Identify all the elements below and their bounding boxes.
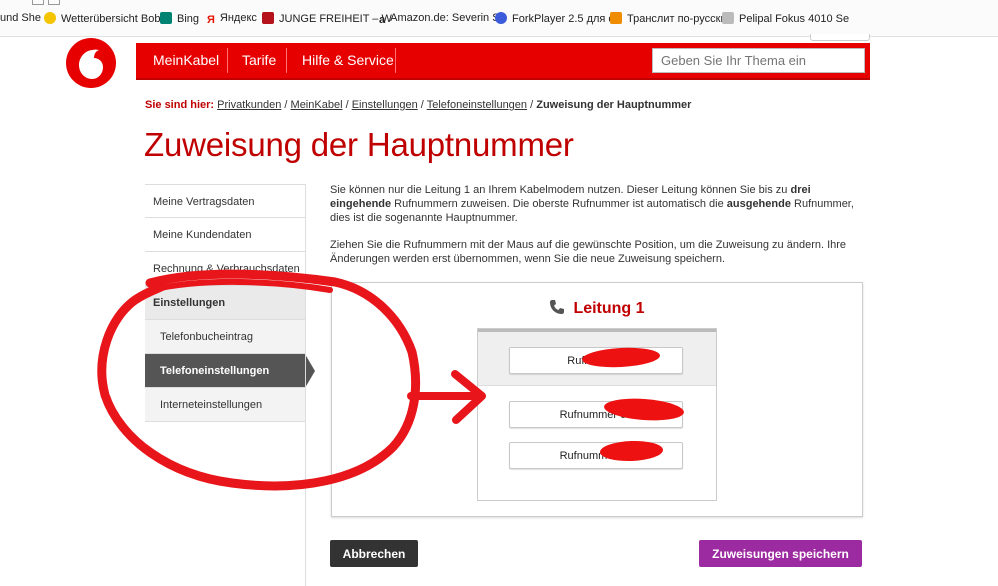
breadcrumb-link[interactable]: Telefoneinstellungen bbox=[427, 99, 527, 111]
vodafone-logo[interactable] bbox=[66, 38, 116, 88]
sidebar-item-telefoneinstellungen[interactable]: Telefoneinstellungen bbox=[145, 354, 315, 388]
cancel-button[interactable]: Abbrechen bbox=[330, 540, 418, 567]
forkplayer-icon bbox=[495, 12, 507, 24]
breadcrumb-current: Zuweisung der Hauptnummer bbox=[536, 99, 692, 111]
sidebar-divider bbox=[305, 184, 306, 586]
search-input[interactable] bbox=[652, 48, 865, 73]
tab-strip-edge bbox=[32, 0, 44, 5]
yandex-icon: Я bbox=[207, 14, 215, 26]
bookmark-item[interactable]: JUNGE FREIHEIT – W bbox=[262, 12, 392, 25]
breadcrumb-label: Sie sind hier: bbox=[145, 99, 215, 111]
sidebar-nav: Meine Vertragsdaten Meine Kundendaten Re… bbox=[145, 184, 315, 422]
bookmark-item[interactable]: Транслит по-русски bbox=[610, 12, 727, 25]
bookmark-item[interactable]: Pelipal Fokus 4010 Se bbox=[722, 12, 849, 25]
nav-tarife[interactable]: Tarife bbox=[242, 43, 276, 78]
panel-title: Leitung 1 bbox=[332, 299, 862, 318]
amazon-icon: a bbox=[379, 14, 386, 26]
sun-icon bbox=[44, 12, 56, 24]
translit-icon bbox=[610, 12, 622, 24]
sidebar-item-kundendaten[interactable]: Meine Kundendaten bbox=[145, 218, 305, 252]
bing-icon bbox=[160, 12, 172, 24]
nav-hilfe-service[interactable]: Hilfe & Service bbox=[302, 43, 394, 78]
intro-paragraph: Sie können nur die Leitung 1 an Ihrem Ka… bbox=[330, 184, 854, 224]
sidebar-item-vertragsdaten[interactable]: Meine Vertragsdaten bbox=[145, 184, 305, 218]
nav-divider bbox=[227, 48, 228, 73]
tab-strip-edge bbox=[48, 0, 60, 5]
bookmark-item[interactable]: Wetterübersicht Bobi bbox=[44, 12, 163, 25]
nav-divider bbox=[286, 48, 287, 73]
login-tab[interactable] bbox=[810, 34, 870, 41]
bookmark-item[interactable]: Bing bbox=[160, 12, 199, 25]
speechmark-icon bbox=[79, 49, 103, 79]
sidebar-item-rechnung[interactable]: Rechnung & Verbrauchsdaten bbox=[145, 252, 305, 286]
sidebar-item-telefonbucheintrag[interactable]: Telefonbucheintrag bbox=[145, 320, 305, 354]
page-title: Zuweisung der Hauptnummer bbox=[144, 126, 574, 163]
sidebar-item-interneteinstellungen[interactable]: Interneteinstellungen bbox=[145, 388, 305, 422]
jf-icon bbox=[262, 12, 274, 24]
bookmark-item[interactable]: und She bbox=[0, 12, 41, 24]
pelipal-icon bbox=[722, 12, 734, 24]
bookmarks-bar: und She Wetterübersicht Bobi Bing Я Яндек… bbox=[0, 0, 998, 41]
save-assignments-button[interactable]: Zuweisungen speichern bbox=[699, 540, 862, 567]
bookmark-item[interactable]: Я Яндекс bbox=[207, 12, 257, 26]
breadcrumb-link[interactable]: Einstellungen bbox=[352, 99, 418, 111]
bookmark-item[interactable]: a Amazon.de: Severin S bbox=[379, 12, 500, 26]
nav-meinkabel[interactable]: MeinKabel bbox=[153, 43, 219, 78]
main-navigation: MeinKabel Tarife Hilfe & Service bbox=[136, 43, 870, 78]
sidebar-item-einstellungen[interactable]: Einstellungen bbox=[145, 286, 305, 320]
nav-divider bbox=[395, 48, 396, 73]
breadcrumb: Sie sind hier: Privatkunden / MeinKabel … bbox=[145, 99, 692, 111]
phone-icon bbox=[550, 300, 565, 314]
instruction-paragraph: Ziehen Sie die Rufnummern mit der Maus a… bbox=[330, 239, 847, 265]
breadcrumb-link[interactable]: Privatkunden bbox=[217, 99, 281, 111]
line-assignment-panel: Leitung 1 Rufnummer Rufnummer 08 Rufnumm… bbox=[331, 282, 863, 517]
bookmark-item[interactable]: ForkPlayer 2.5 для см bbox=[495, 12, 622, 25]
nav-underline bbox=[136, 78, 870, 80]
breadcrumb-link[interactable]: MeinKabel bbox=[291, 99, 343, 111]
